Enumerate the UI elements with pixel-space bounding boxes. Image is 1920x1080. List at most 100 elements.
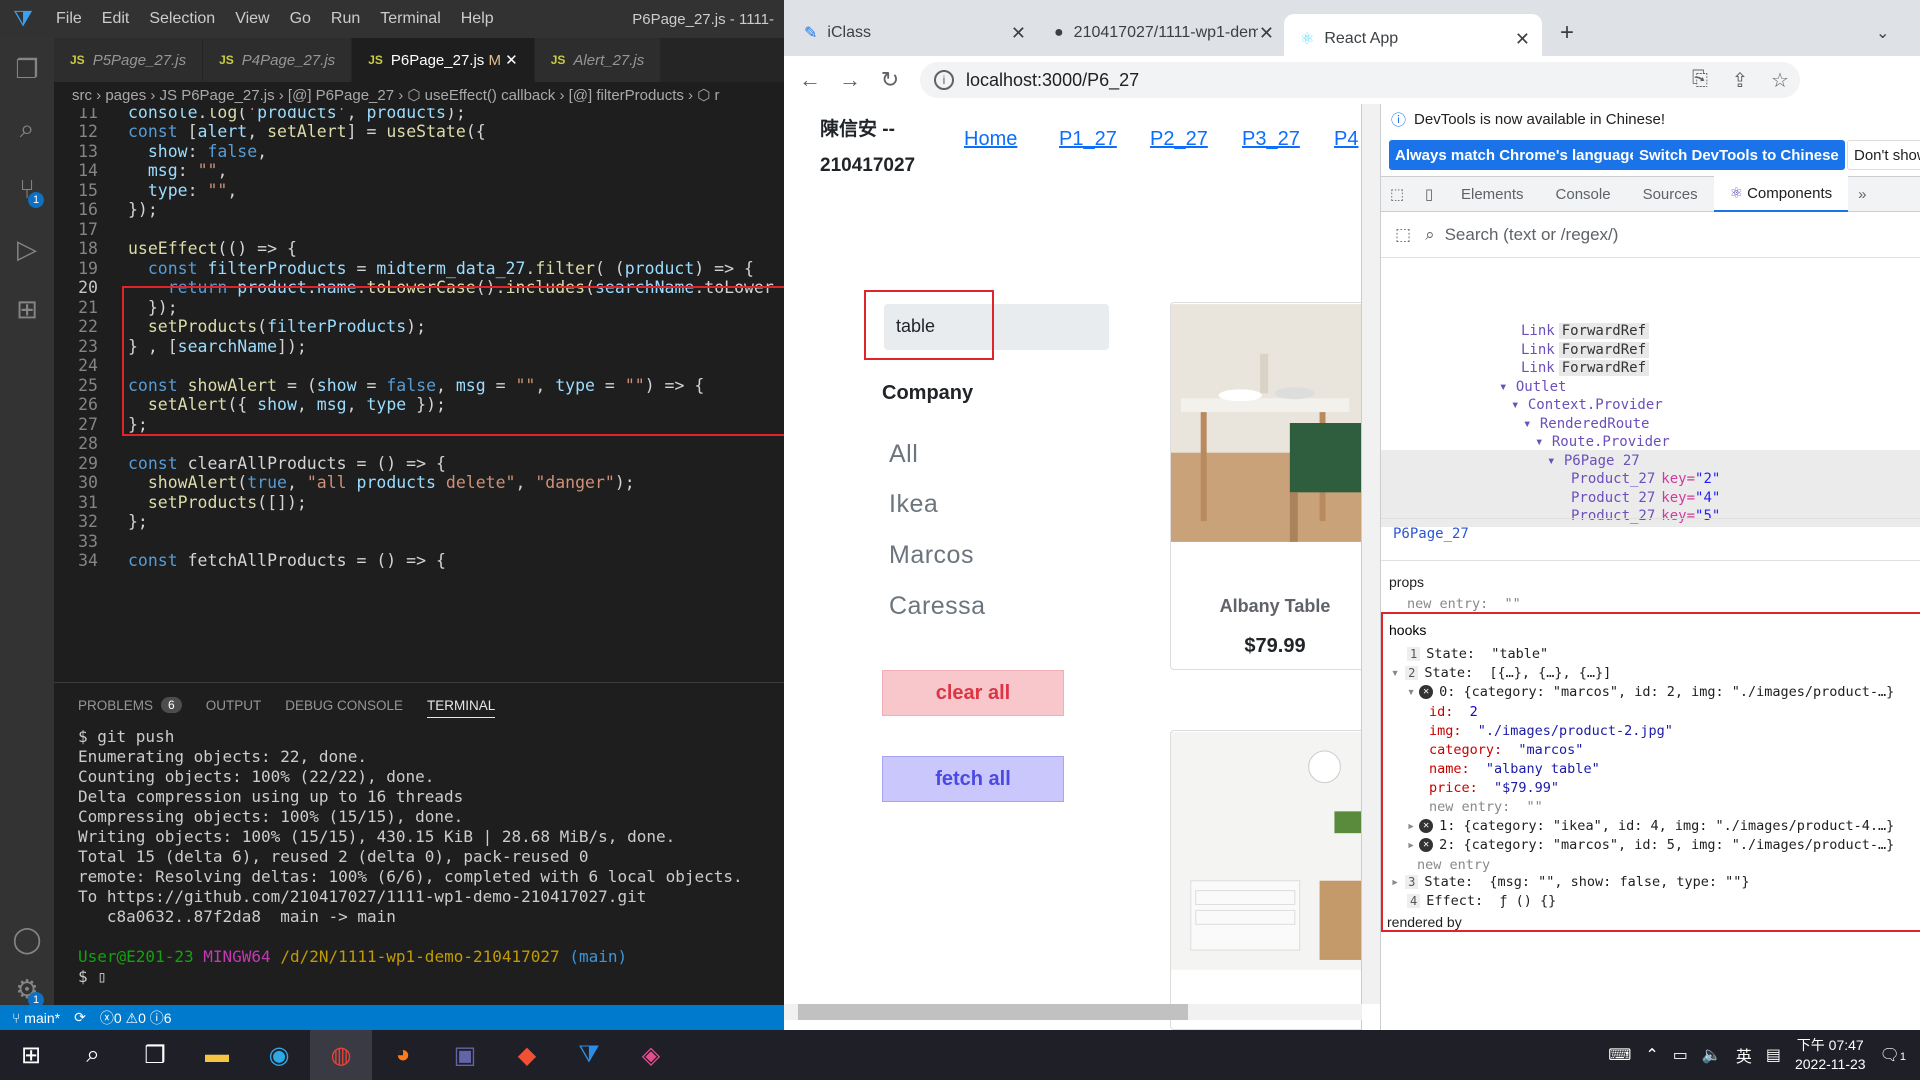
page-vertical-scrollbar[interactable]	[1362, 104, 1380, 1004]
terminal-input-line[interactable]: $ ▯	[78, 967, 784, 987]
chrome-tab-iclass[interactable]: ✎ iClass ✕	[792, 14, 1038, 52]
menu-go[interactable]: Go	[280, 10, 321, 28]
volume-muted-icon[interactable]: 🔈	[1702, 1045, 1722, 1065]
nav-p4[interactable]: P4	[1334, 128, 1358, 151]
notification-center-icon[interactable]: 🗨1	[1880, 1045, 1906, 1065]
delete-entry-icon[interactable]: ✕	[1419, 684, 1434, 699]
tab-p4page[interactable]: JS P4Page_27.js	[203, 38, 353, 82]
menu-selection[interactable]: Selection	[139, 10, 225, 28]
prop-id[interactable]: id: 2	[1429, 702, 1478, 721]
paint-app-icon[interactable]: ◈	[620, 1030, 682, 1080]
components-search[interactable]: ⬚ ⌕ Search (text or /regex/)	[1381, 212, 1920, 258]
hook-effect-4[interactable]: 4 Effect: ƒ () {}	[1407, 891, 1556, 910]
vscode-taskbar-icon[interactable]: ⧩	[558, 1030, 620, 1080]
sync-icon[interactable]: ⟳	[74, 1009, 86, 1026]
clear-all-button[interactable]: clear all	[882, 670, 1064, 716]
category-caressa[interactable]: Caressa	[889, 592, 986, 621]
category-ikea[interactable]: Ikea	[889, 490, 938, 519]
extensions-icon[interactable]: ⊞	[0, 284, 54, 334]
teams-icon[interactable]: ▣	[434, 1030, 496, 1080]
dont-show-button[interactable]: Don't show	[1847, 140, 1920, 170]
forward-icon[interactable]: →	[830, 67, 870, 93]
tab-p5page[interactable]: JS P5Page_27.js	[54, 38, 204, 82]
firefox-icon[interactable]: ◕	[372, 1030, 434, 1080]
tab-terminal[interactable]: TERMINAL	[427, 698, 496, 718]
show-hidden-icons-chevron-icon[interactable]: ⌃	[1645, 1045, 1658, 1065]
tree-node[interactable]: Product_27 key= "5"	[1381, 505, 1920, 527]
page-horizontal-scrollbar[interactable]	[784, 1004, 1362, 1020]
expand-arrow-icon[interactable]: ▸	[1407, 818, 1415, 834]
code-line[interactable]: 34 const fetchAllProducts = () => {	[54, 549, 784, 573]
close-tab-icon[interactable]: ✕	[1259, 23, 1274, 44]
translate-icon[interactable]: ⎘	[1680, 68, 1720, 93]
search-icon[interactable]: ⌕	[62, 1030, 124, 1080]
device-toggle-icon[interactable]: ▯	[1413, 185, 1445, 203]
hook-state-3[interactable]: ▸ 3 State: {msg: "", show: false, type: ""…	[1391, 872, 1749, 891]
terminal[interactable]: $ git push Enumerating objects: 22, done…	[54, 727, 784, 987]
more-tabs-icon[interactable]: »	[1848, 186, 1876, 203]
bookmark-star-icon[interactable]: ☆	[1760, 68, 1800, 93]
reload-icon[interactable]: ↻	[870, 67, 910, 93]
prop-price[interactable]: price: "$79.99"	[1429, 778, 1559, 797]
hook-state-2[interactable]: ▾ 2 State: [{…}, {…}, {…}]	[1391, 663, 1611, 682]
address-bar[interactable]: i localhost:3000/P6_27 ⎘ ⇪ ☆	[920, 62, 1800, 98]
problems-indicator[interactable]: ⓧ0 ⚠0 ⓘ6	[100, 1008, 172, 1028]
tab-sources[interactable]: Sources	[1627, 176, 1714, 212]
category-all[interactable]: All	[889, 440, 918, 469]
tab-p6page[interactable]: JS P6Page_27.js M ✕	[352, 38, 535, 82]
nav-home[interactable]: Home	[964, 128, 1017, 151]
delete-entry-icon[interactable]: ✕	[1419, 818, 1434, 833]
tab-elements[interactable]: Elements	[1445, 176, 1540, 212]
prop-img[interactable]: img: "./images/product-2.jpg"	[1429, 721, 1673, 740]
menu-run[interactable]: Run	[321, 10, 370, 28]
menu-edit[interactable]: Edit	[92, 10, 140, 28]
ime-indicator[interactable]: 英	[1736, 1043, 1752, 1067]
tab-alert[interactable]: JS Alert_27.js	[534, 38, 662, 82]
menu-terminal[interactable]: Terminal	[370, 10, 450, 28]
start-icon[interactable]: ⊞	[0, 1030, 62, 1080]
back-icon[interactable]: ←	[790, 67, 830, 93]
explorer-icon[interactable]: ❐	[0, 44, 54, 94]
chrome-tab-github[interactable]: ● 210417027/1111-wp1-demo-2✕	[1042, 14, 1286, 52]
hook-state-2-item-0[interactable]: ▾ ✕ 0: {category: "marcos", id: 2, img: ".…	[1407, 682, 1894, 701]
site-info-icon[interactable]: i	[934, 70, 954, 90]
close-tab-icon[interactable]: ✕	[505, 51, 518, 69]
task-view-icon[interactable]: ❒	[124, 1030, 186, 1080]
search-icon[interactable]: ⌕	[0, 104, 54, 154]
expand-arrow-icon[interactable]: ▸	[1407, 837, 1415, 853]
scrollbar-thumb[interactable]	[798, 1004, 1188, 1020]
close-tab-icon[interactable]: ✕	[1011, 23, 1026, 44]
product-card[interactable]	[1170, 730, 1361, 1030]
share-icon[interactable]: ⇪	[1720, 68, 1760, 93]
nav-p2[interactable]: P2_27	[1150, 128, 1208, 151]
close-tab-icon[interactable]: ✕	[1515, 29, 1530, 50]
nav-p3[interactable]: P3_27	[1242, 128, 1300, 151]
new-entry-inner[interactable]: new entry: ""	[1429, 797, 1543, 816]
hook-state-2-item-1[interactable]: ▸ ✕ 1: {category: "ikea", id: 4, img: "./i…	[1407, 816, 1894, 835]
tab-console[interactable]: Console	[1540, 176, 1627, 212]
file-explorer-icon[interactable]: ▬	[186, 1030, 248, 1080]
keyboard-icon[interactable]: ⌨	[1608, 1045, 1631, 1065]
select-component-icon[interactable]: ⬚	[1395, 225, 1411, 245]
hook-state-1[interactable]: 1 State: "table"	[1407, 644, 1548, 663]
tab-output[interactable]: OUTPUT	[206, 698, 262, 713]
switch-to-chinese-button[interactable]: Switch DevTools to Chinese	[1633, 140, 1845, 170]
collapse-arrow-icon[interactable]: ▾	[1407, 684, 1415, 700]
account-icon[interactable]: ◯	[0, 914, 54, 964]
new-tab-button[interactable]: +	[1548, 14, 1574, 52]
tab-problems[interactable]: PROBLEMS 6	[78, 697, 182, 713]
branch-indicator[interactable]: ⑂ main*	[12, 1010, 60, 1026]
tab-components[interactable]: ⚛ Components	[1713, 176, 1849, 212]
network-icon[interactable]: ▭	[1673, 1045, 1688, 1065]
run-debug-icon[interactable]: ▷	[0, 224, 54, 274]
chrome-icon[interactable]: ◍	[310, 1030, 372, 1080]
menu-view[interactable]: View	[225, 10, 279, 28]
hook-state-2-item-2[interactable]: ▸ ✕ 2: {category: "marcos", id: 5, img: ".…	[1407, 835, 1894, 854]
always-match-language-button[interactable]: Always match Chrome's language	[1389, 140, 1644, 170]
breadcrumb[interactable]: src › pages › JS P6Page_27.js › [@] P6Pa…	[54, 82, 784, 108]
tab-debug-console[interactable]: DEBUG CONSOLE	[285, 698, 403, 713]
tab-search-chevron-icon[interactable]: ⌄	[1864, 14, 1889, 52]
prop-name[interactable]: name: "albany table"	[1429, 759, 1600, 778]
ime-mode-icon[interactable]: ▤	[1766, 1045, 1781, 1065]
edge-icon[interactable]: ◉	[248, 1030, 310, 1080]
